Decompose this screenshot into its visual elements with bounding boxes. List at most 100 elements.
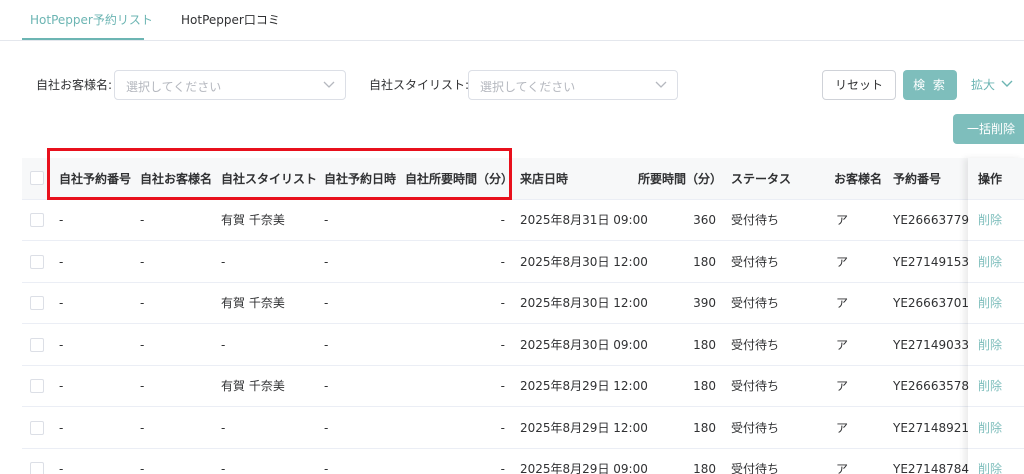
cell-duration: 180 — [693, 254, 716, 269]
col-reservation-no[interactable]: 予約番号 — [893, 172, 941, 186]
cell-customer-name: ア — [836, 420, 849, 435]
cell-own-reservation-no: - — [59, 213, 64, 227]
cell-own-reservation-no: - — [59, 254, 64, 269]
cell-visit-datetime: 2025年8月30日 12:00 — [520, 296, 648, 310]
cell-own-duration: - — [500, 213, 505, 227]
cell-duration: 360 — [693, 213, 716, 227]
cell-visit-datetime: 2025年8月29日 12:00 — [520, 420, 648, 435]
cell-duration: 180 — [693, 379, 716, 393]
table-row[interactable]: - - - - -2025年8月30日 09:00 180 受付待ちア YE27149033 削… — [22, 324, 1024, 366]
cell-own-customer-name: - — [140, 379, 145, 393]
cell-own-duration: - — [500, 462, 505, 474]
cell-reservation-no: YE26663779 — [893, 213, 969, 227]
cell-customer-name: ア — [836, 337, 849, 352]
cell-visit-datetime: 2025年8月31日 09:00 — [520, 213, 648, 227]
cell-own-customer-name: - — [140, 420, 145, 435]
cell-own-duration: - — [500, 420, 505, 435]
highlight-annotation-box — [47, 148, 512, 200]
row-checkbox[interactable] — [30, 462, 44, 474]
chevron-down-icon — [323, 81, 335, 88]
cell-status: 受付待ち — [731, 379, 780, 393]
row-checkbox[interactable] — [30, 213, 44, 227]
cell-reservation-no: YE27149153 — [893, 254, 969, 269]
cell-own-stylist: 有賀 千奈美 — [221, 213, 285, 227]
stylist-select-placeholder: 選択してください — [480, 80, 576, 94]
delete-link[interactable]: 削除 — [978, 338, 1002, 352]
cell-status: 受付待ち — [731, 296, 780, 310]
customer-select-placeholder: 選択してください — [126, 80, 222, 94]
delete-link[interactable]: 削除 — [978, 255, 1002, 269]
cell-own-stylist: - — [221, 420, 226, 435]
row-checkbox[interactable] — [30, 420, 44, 435]
tab-hotpepper-reviews[interactable]: HotPepper口コミ — [181, 12, 280, 40]
cell-reservation-no: YE27148921 — [893, 420, 969, 435]
row-checkbox[interactable] — [30, 337, 44, 352]
cell-duration: 180 — [693, 462, 716, 474]
cell-reservation-no: YE27148784 — [893, 462, 969, 474]
delete-link[interactable]: 削除 — [978, 421, 1002, 435]
cell-status: 受付待ち — [731, 337, 780, 352]
table-row[interactable]: - - - - -2025年8月30日 12:00 180 受付待ちア YE27149153 削… — [22, 241, 1024, 283]
table-row[interactable]: - - 有賀 千奈美 - - 2025年8月31日 09:00 360 受付待ち ア YE2666… — [22, 200, 1024, 241]
cell-own-duration: - — [500, 337, 505, 352]
cell-own-customer-name: - — [140, 213, 145, 227]
cell-own-stylist: - — [221, 254, 226, 269]
cell-own-reservation-datetime: - — [324, 254, 329, 269]
tab-bar: HotPepper予約リスト HotPepper口コミ — [0, 0, 1024, 41]
customer-select[interactable]: 選択してください — [114, 70, 346, 100]
cell-own-stylist: - — [221, 462, 226, 474]
table-row[interactable]: - - - - - 2025年8月29日 09:00 180 受付待ち ア YE27148784 削… — [22, 449, 1024, 474]
chevron-down-icon — [1001, 80, 1013, 87]
chevron-down-icon — [655, 81, 667, 88]
delete-link[interactable]: 削除 — [978, 379, 1002, 393]
cell-own-duration: - — [500, 379, 505, 393]
bulk-delete-button[interactable]: 一括削除 — [953, 114, 1024, 144]
cell-own-reservation-no: - — [59, 337, 64, 352]
table-row[interactable]: - - 有賀 千奈美 - - 2025年8月29日 12:00 180 受付待ち ア YE2666… — [22, 366, 1024, 407]
col-duration[interactable]: 所要時間（分） — [638, 172, 722, 186]
col-customer-name[interactable]: お客様名 — [834, 172, 882, 186]
reset-button[interactable]: リセット — [822, 70, 896, 100]
cell-customer-name: ア — [836, 462, 849, 474]
cell-customer-name: ア — [836, 254, 849, 269]
cell-duration: 180 — [693, 337, 716, 352]
cell-own-reservation-datetime: - — [324, 296, 329, 310]
delete-link[interactable]: 削除 — [978, 296, 1002, 310]
cell-own-duration: - — [500, 296, 505, 310]
active-tab-indicator — [22, 38, 144, 40]
cell-visit-datetime: 2025年8月30日 12:00 — [520, 254, 648, 269]
cell-own-stylist: 有賀 千奈美 — [221, 296, 285, 310]
cell-reservation-no: YE27149033 — [893, 337, 969, 352]
cell-own-reservation-no: - — [59, 420, 64, 435]
cell-own-reservation-datetime: - — [324, 420, 329, 435]
cell-customer-name: ア — [836, 296, 849, 310]
cell-customer-name: ア — [836, 213, 849, 227]
expand-toggle[interactable]: 拡大 — [971, 78, 1013, 92]
cell-visit-datetime: 2025年8月30日 09:00 — [520, 337, 648, 352]
delete-link[interactable]: 削除 — [978, 462, 1002, 474]
col-visit-datetime[interactable]: 来店日時 — [520, 172, 568, 186]
tab-hotpepper-reservations[interactable]: HotPepper予約リスト — [30, 12, 153, 40]
cell-status: 受付待ち — [731, 254, 780, 269]
select-all-checkbox[interactable] — [30, 171, 44, 185]
stylist-select[interactable]: 選択してください — [468, 70, 678, 100]
cell-duration: 180 — [693, 420, 716, 435]
cell-visit-datetime: 2025年8月29日 12:00 — [520, 379, 648, 393]
cell-duration: 390 — [693, 296, 716, 310]
cell-own-reservation-datetime: - — [324, 462, 329, 474]
cell-own-customer-name: - — [140, 462, 145, 474]
cell-customer-name: ア — [836, 379, 849, 393]
search-button[interactable]: 検 索 — [903, 70, 957, 100]
cell-own-customer-name: - — [140, 337, 145, 352]
col-status[interactable]: ステータス — [731, 172, 791, 186]
cell-status: 受付待ち — [731, 213, 780, 227]
row-checkbox[interactable] — [30, 254, 44, 269]
table-row[interactable]: - - 有賀 千奈美 - - 2025年8月30日 12:00 390 受付待ち ア YE2666… — [22, 283, 1024, 324]
row-checkbox[interactable] — [30, 296, 44, 310]
cell-own-reservation-no: - — [59, 379, 64, 393]
table-row[interactable]: - - - - -2025年8月29日 12:00 180 受付待ちア YE27148921 削… — [22, 407, 1024, 449]
delete-link[interactable]: 削除 — [978, 213, 1002, 227]
cell-visit-datetime: 2025年8月29日 09:00 — [520, 462, 648, 474]
customer-filter-label: 自社お客様名: — [36, 78, 113, 92]
row-checkbox[interactable] — [30, 379, 44, 393]
